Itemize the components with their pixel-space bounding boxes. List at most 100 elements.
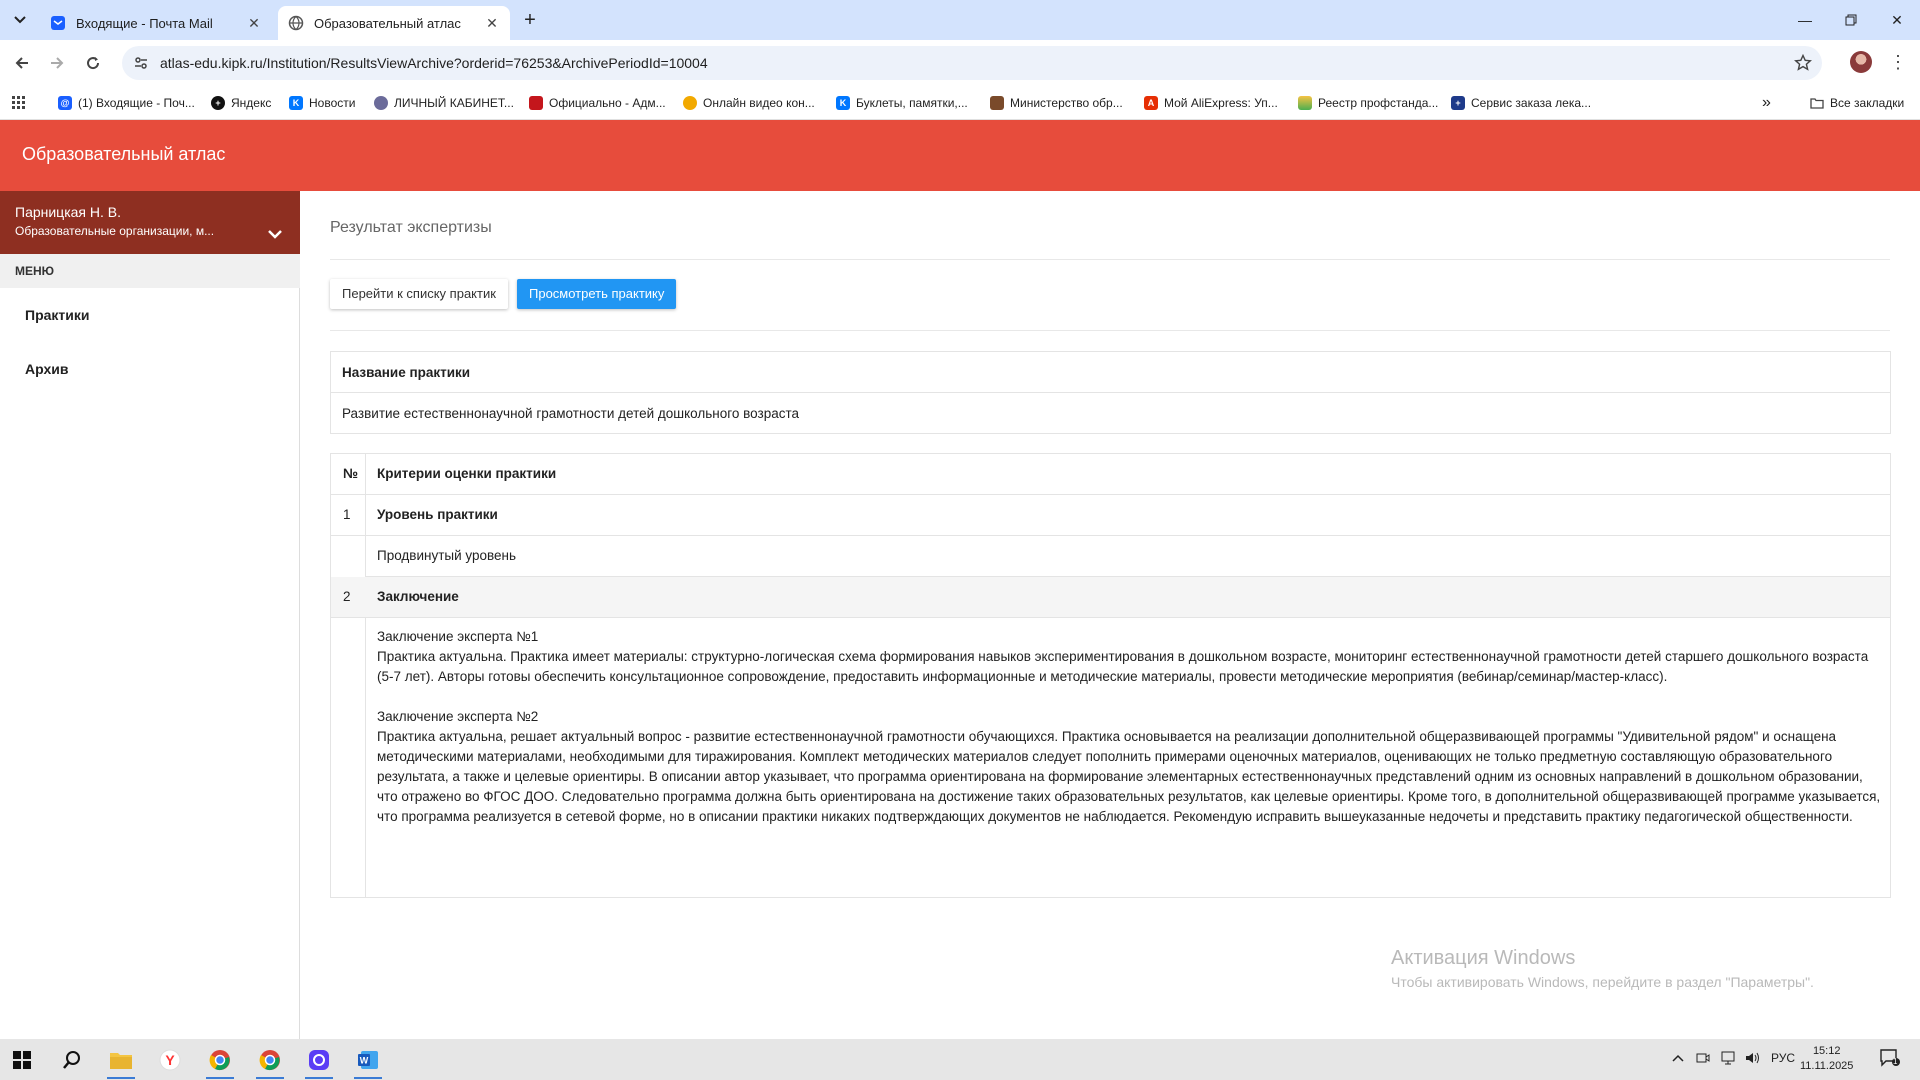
bookmark-official[interactable]: Официально - Адм... [529,93,666,113]
row-number: 1 [343,507,351,522]
yandex-browser-icon[interactable]: Y [150,1044,190,1075]
more-bookmarks-button[interactable]: » [1762,93,1771,113]
back-button[interactable] [10,51,34,75]
site-info-icon[interactable] [132,54,150,72]
windows-activation-watermark: Активация Windows Чтобы активировать Win… [1391,947,1814,990]
tab-atlas[interactable]: Образовательный атлас ✕ [278,6,510,40]
apps-icon[interactable] [12,93,26,113]
chrome-profile-icon[interactable] [200,1044,240,1079]
sidebar: Парницкая Н. В. Образовательные организа… [0,191,300,1039]
network-icon[interactable] [1720,1051,1736,1068]
bookmark-news[interactable]: K Новости [289,93,355,113]
user-block[interactable]: Парницкая Н. В. Образовательные организа… [0,191,300,254]
reload-icon [87,57,100,70]
bookmark-medicine[interactable]: + Сервис заказа лека... [1451,93,1591,113]
close-window-button[interactable]: ✕ [1874,0,1920,40]
medicine-icon: + [1451,96,1465,110]
tab-mail[interactable]: Входящие - Почта Mail ✕ [40,6,272,40]
file-explorer-icon[interactable] [101,1044,141,1079]
ministry-icon [990,96,1004,110]
meet-icon[interactable] [1696,1051,1710,1068]
chevron-down-icon[interactable] [266,227,284,241]
mail-icon [50,15,66,31]
clock-time: 15:12 [1812,1045,1841,1057]
bookmark-mail[interactable]: @ (1) Входящие - Поч... [58,93,195,113]
bookmark-star-icon[interactable] [1794,54,1812,72]
all-bookmarks[interactable]: Все закладки [1810,93,1904,113]
bookmark-booklets[interactable]: K Буклеты, памятки,... [836,93,968,113]
chrome-icon[interactable] [250,1044,290,1079]
user-name: Парницкая Н. В. [15,204,122,220]
criterion-title: Уровень практики [377,507,498,522]
conclusion-text: Заключение эксперта №1 Практика актуальн… [377,627,1887,847]
tab-title: Образовательный атлас [314,15,461,31]
bookmark-video[interactable]: Онлайн видео кон... [683,93,815,113]
restore-icon [1845,14,1857,26]
table-row: 2 Заключение [331,577,1890,618]
sidebar-item-practices[interactable]: Практики [25,307,89,323]
main-content: Результат экспертизы Перейти к списку пр… [301,191,1920,1039]
bookmark-cabinet[interactable]: ЛИЧНЫЙ КАБИНЕТ... [374,93,514,113]
input-language[interactable]: РУС [1771,1051,1795,1065]
search-icon[interactable] [52,1044,92,1075]
sidebar-item-archive[interactable]: Архив [25,361,68,377]
new-tab-button[interactable]: + [518,8,542,32]
word-icon[interactable]: W [348,1044,388,1079]
minimize-button[interactable]: — [1782,0,1828,40]
practice-name-header: Название практики [331,352,1890,393]
active-indicator [256,1077,284,1079]
close-icon[interactable]: ✕ [246,15,262,31]
url-input[interactable] [160,55,1660,71]
vk-icon: K [289,96,303,110]
forward-button[interactable] [45,51,69,75]
tab-search-button[interactable] [8,8,32,32]
profile-avatar[interactable] [1850,51,1872,73]
app-title[interactable]: Образовательный атлас [22,144,225,165]
arrow-right-icon [51,57,64,69]
active-indicator [107,1077,135,1079]
address-bar[interactable] [122,46,1822,80]
messenger-icon[interactable] [299,1044,339,1079]
bookmarks-bar: @ (1) Входящие - Поч... + Яндекс K Новости … [0,86,1920,120]
official-icon [529,96,543,110]
vk-icon: K [836,96,850,110]
clock[interactable]: 15:12 11.11.2025 [1800,1044,1853,1074]
reload-button[interactable] [81,51,105,75]
browser-menu-button[interactable]: ⋮ [1888,50,1908,74]
svg-text:Y: Y [165,1052,175,1068]
chevron-down-icon [14,16,26,24]
criterion-value: Продвинутый уровень [377,548,517,563]
volume-icon[interactable] [1745,1051,1761,1068]
arrow-left-icon [15,57,28,69]
view-practice-button[interactable]: Просмотреть практику [517,279,677,309]
folder-icon [1810,97,1824,109]
taskbar: Y W РУС 15:12 11.11.2025 1 [0,1039,1920,1080]
bookmark-ministry[interactable]: Министерство обр... [990,93,1123,113]
chevron-up-icon[interactable] [1672,1051,1684,1065]
expert-2-text: Практика актуальна, решает актуальный во… [377,729,1881,824]
col-number-header: № [343,466,359,481]
divider [330,259,1890,260]
restore-button[interactable] [1828,0,1874,40]
watermark-title: Активация Windows [1391,947,1576,969]
active-indicator [354,1077,382,1079]
registry-icon [1298,96,1312,110]
criteria-table: № Критерии оценки практики 1 Уровень пра… [330,453,1891,898]
close-icon[interactable]: ✕ [484,15,500,31]
go-to-practices-button[interactable]: Перейти к списку практик [330,279,508,309]
divider [330,330,1890,331]
expert-2-title: Заключение эксперта №2 [377,709,539,724]
active-indicator [206,1077,234,1079]
practice-name-value: Развитие естественнонаучной грамотности … [342,406,800,421]
globe-icon [288,15,304,31]
browser-toolbar [0,40,1920,86]
bookmark-registry[interactable]: Реестр профстанда... [1298,93,1438,113]
yandex-icon: + [211,96,225,110]
active-indicator [305,1077,333,1079]
practice-name-panel: Название практики Развитие естественнона… [330,351,1891,434]
bookmark-aliexpress[interactable]: A Мой AliExpress: Уп... [1144,93,1278,113]
windows-start-icon[interactable] [2,1044,42,1075]
notifications-icon[interactable]: 1 [1880,1049,1900,1070]
bookmark-yandex[interactable]: + Яндекс [211,93,271,113]
table-row: Продвинутый уровень [366,536,1890,577]
